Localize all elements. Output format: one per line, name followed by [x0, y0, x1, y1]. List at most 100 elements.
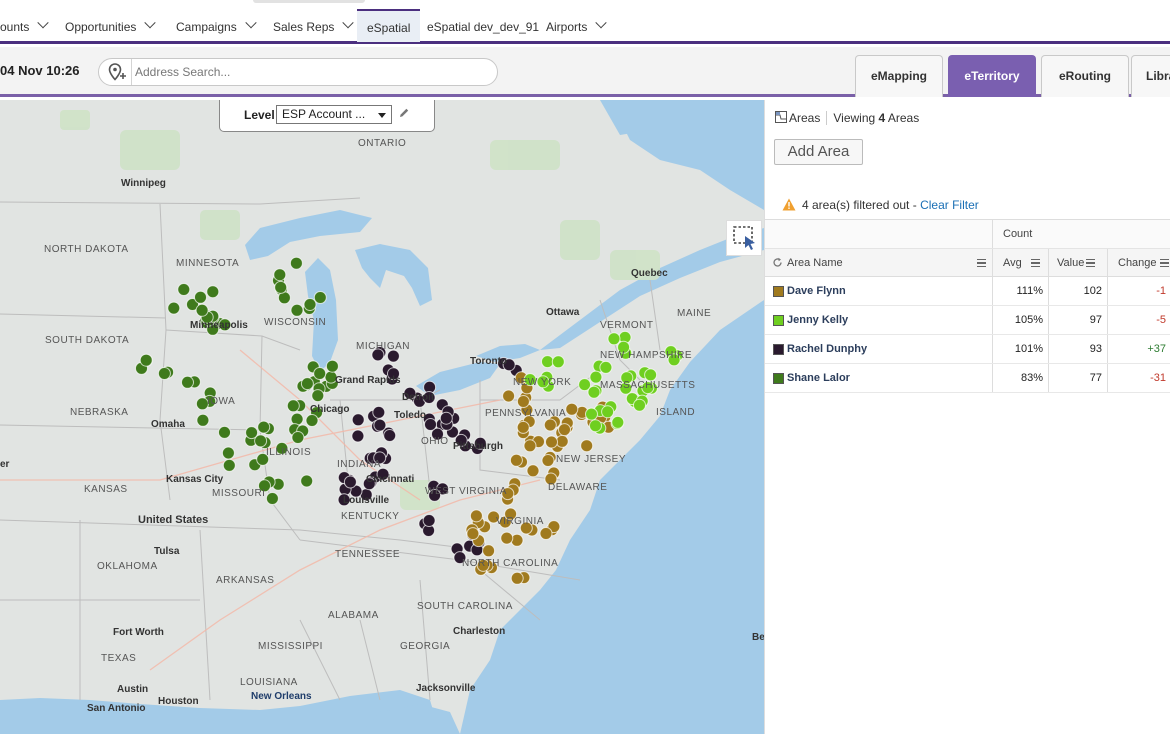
mode-tab-eterritory[interactable]: eTerritory: [948, 55, 1036, 97]
territory-marker[interactable]: [206, 285, 220, 299]
territory-marker[interactable]: [303, 298, 317, 311]
territory-marker[interactable]: [439, 411, 453, 425]
map-canvas[interactable]: ONTARIO NORTH DAKOTA MINNESOTA SOUTH DAK…: [0, 100, 764, 734]
territory-marker[interactable]: [500, 531, 514, 545]
territory-marker[interactable]: [351, 413, 365, 427]
territory-marker[interactable]: [541, 355, 554, 369]
pencil-icon[interactable]: [398, 107, 410, 119]
territory-marker[interactable]: [245, 426, 259, 440]
territory-marker[interactable]: [469, 509, 483, 523]
territory-marker[interactable]: [526, 464, 540, 478]
territory-marker[interactable]: [222, 458, 236, 472]
territory-marker[interactable]: [543, 418, 557, 432]
tab-sales-reps[interactable]: Sales Reps: [273, 10, 355, 40]
territory-marker[interactable]: [194, 290, 207, 304]
territory-marker[interactable]: [300, 474, 314, 488]
territory-marker[interactable]: [580, 439, 594, 453]
address-search-input[interactable]: [135, 63, 485, 81]
territory-marker[interactable]: [422, 514, 436, 527]
territory-marker[interactable]: [290, 412, 304, 426]
territory-marker[interactable]: [196, 413, 210, 427]
territory-marker[interactable]: [558, 423, 571, 437]
territory-marker[interactable]: [181, 375, 194, 389]
tab-espatial-dev[interactable]: eSpatial dev_dev_91: [427, 10, 539, 40]
territory-marker[interactable]: [373, 418, 387, 432]
lasso-select-tool[interactable]: [726, 220, 762, 256]
territory-marker[interactable]: [274, 280, 288, 294]
territory-marker[interactable]: [599, 360, 613, 374]
territory-marker[interactable]: [286, 399, 300, 413]
territory-marker[interactable]: [305, 414, 319, 427]
column-menu-icon[interactable]: [1086, 259, 1095, 267]
territory-marker[interactable]: [157, 367, 171, 380]
territory-marker[interactable]: [343, 475, 357, 489]
territory-marker[interactable]: [509, 453, 523, 467]
territory-marker[interactable]: [482, 544, 496, 558]
territory-marker[interactable]: [633, 398, 646, 412]
territory-marker[interactable]: [551, 355, 565, 369]
territory-marker[interactable]: [313, 291, 327, 304]
column-header-avg[interactable]: Avg: [992, 249, 1048, 276]
territory-marker[interactable]: [510, 571, 524, 585]
territory-marker[interactable]: [139, 353, 153, 367]
tab-campaigns[interactable]: Campaigns: [176, 10, 257, 40]
mode-tab-erouting[interactable]: eRouting: [1041, 55, 1129, 97]
table-row[interactable]: Jenny Kelly 105% 97 -5: [765, 306, 1170, 335]
column-menu-icon[interactable]: [1160, 259, 1169, 267]
territory-marker[interactable]: [290, 303, 304, 317]
column-menu-icon[interactable]: [977, 259, 986, 267]
territory-marker[interactable]: [372, 405, 386, 419]
territory-marker[interactable]: [516, 395, 530, 408]
territory-marker[interactable]: [539, 527, 553, 540]
territory-marker[interactable]: [265, 492, 279, 505]
territory-marker[interactable]: [383, 429, 397, 442]
mode-tab-library[interactable]: Libra: [1131, 55, 1170, 97]
territory-marker[interactable]: [587, 385, 601, 399]
tab-opportunities[interactable]: Opportunities: [65, 10, 157, 40]
territory-marker[interactable]: [424, 418, 437, 431]
territory-marker[interactable]: [502, 389, 516, 403]
tab-accounts[interactable]: ounts: [0, 10, 50, 40]
territory-marker[interactable]: [300, 377, 314, 391]
territory-marker[interactable]: [167, 301, 181, 315]
clear-filter-link[interactable]: Clear Filter: [920, 198, 979, 212]
tab-airports[interactable]: Airports: [546, 10, 608, 40]
territory-marker[interactable]: [221, 446, 235, 460]
territory-marker[interactable]: [351, 429, 365, 443]
table-row[interactable]: Shane Lalor 83% 77 -31: [765, 364, 1170, 393]
column-header-area-name[interactable]: Area Name: [765, 249, 992, 276]
territory-marker[interactable]: [523, 439, 537, 453]
territory-marker[interactable]: [273, 268, 287, 282]
column-menu-icon[interactable]: [1031, 259, 1040, 267]
map-pin-plus-icon[interactable]: [99, 59, 132, 85]
territory-marker[interactable]: [611, 415, 625, 429]
territory-marker[interactable]: [257, 420, 271, 434]
column-header-value[interactable]: Value: [1048, 249, 1107, 276]
add-area-button[interactable]: Add Area: [774, 139, 863, 165]
table-row[interactable]: Rachel Dunphy 101% 93 +37: [765, 335, 1170, 364]
territory-marker[interactable]: [607, 332, 621, 346]
territory-marker[interactable]: [565, 402, 579, 416]
territory-marker[interactable]: [313, 367, 327, 380]
territory-marker[interactable]: [291, 431, 305, 444]
territory-marker[interactable]: [466, 527, 480, 541]
territory-marker[interactable]: [545, 435, 558, 449]
level-dropdown[interactable]: ESP Account ...: [276, 105, 392, 124]
territory-marker[interactable]: [589, 419, 602, 433]
tab-espatial[interactable]: eSpatial: [357, 9, 421, 42]
territory-marker[interactable]: [218, 425, 231, 439]
territory-marker[interactable]: [289, 256, 303, 270]
territory-marker[interactable]: [541, 454, 555, 467]
territory-marker[interactable]: [516, 420, 530, 434]
territory-marker[interactable]: [195, 303, 209, 317]
territory-marker[interactable]: [601, 405, 615, 419]
table-row[interactable]: Dave Flynn 111% 102 -1: [765, 277, 1170, 306]
territory-marker[interactable]: [555, 434, 569, 448]
territory-marker[interactable]: [325, 359, 339, 373]
territory-marker[interactable]: [585, 407, 598, 421]
mode-tab-emapping[interactable]: eMapping: [855, 55, 943, 97]
territory-marker[interactable]: [311, 389, 325, 403]
territory-marker[interactable]: [177, 283, 191, 296]
column-header-change[interactable]: Change: [1107, 249, 1170, 276]
refresh-icon[interactable]: [772, 257, 783, 268]
